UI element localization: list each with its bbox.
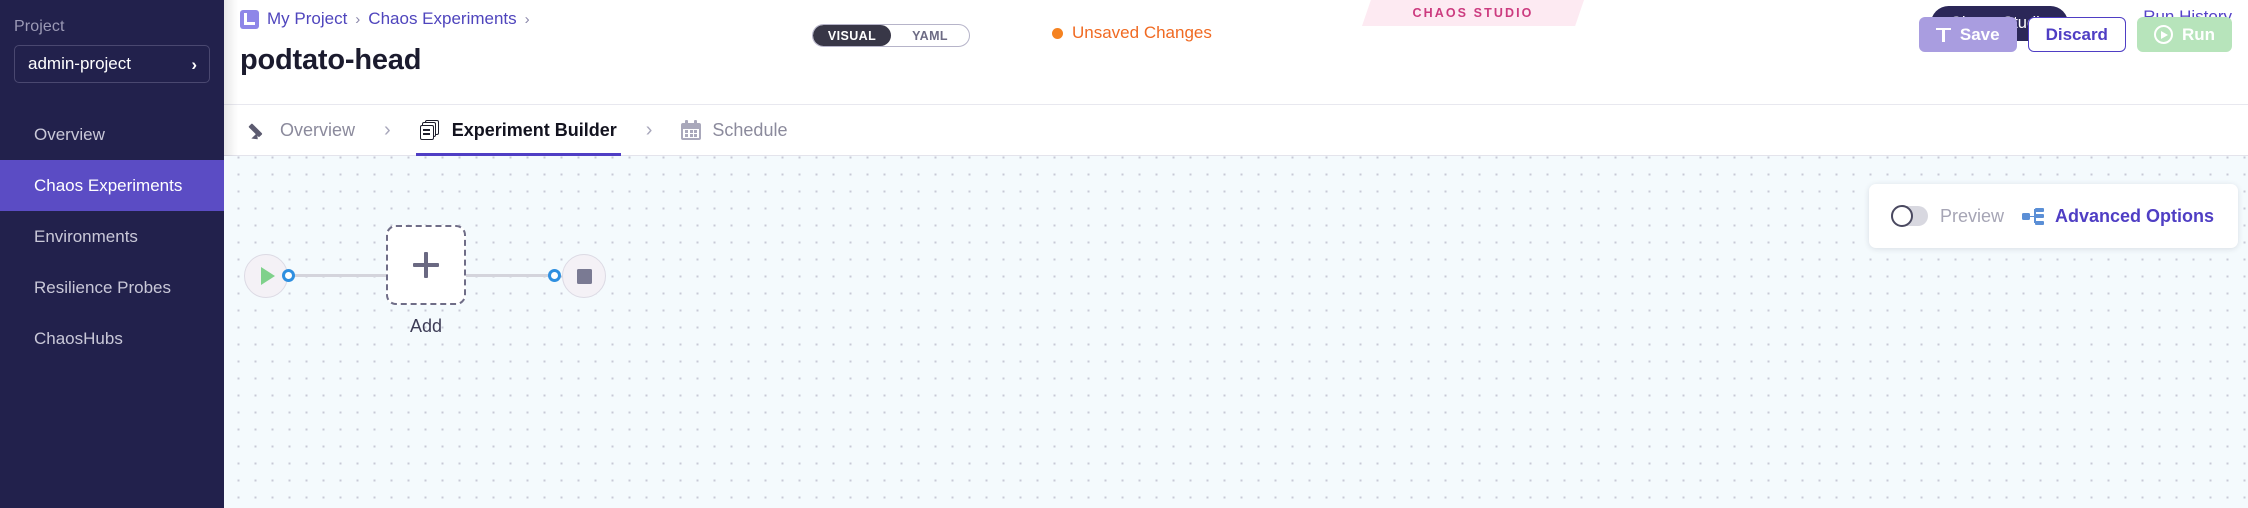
- main-area: My Project › Chaos Experiments › CHAOS S…: [224, 0, 2248, 508]
- breadcrumb-item-my-project[interactable]: My Project: [267, 9, 347, 29]
- tab-overview-label: Overview: [280, 119, 356, 140]
- project-label: Project: [14, 18, 65, 35]
- sidebar-nav: Overview Chaos Experiments Environments …: [0, 109, 224, 364]
- discard-button[interactable]: Discard: [2027, 17, 2126, 52]
- breadcrumb-separator-trailing: ›: [524, 10, 530, 28]
- flow-end-node[interactable]: [562, 254, 606, 298]
- calendar-icon: [681, 120, 702, 140]
- sidebar-item-label: Overview: [34, 124, 105, 144]
- tab-experiment-builder-label: Experiment Builder: [451, 119, 617, 140]
- sidebar-item-overview[interactable]: Overview: [0, 109, 224, 160]
- breadcrumb-separator: ›: [355, 10, 361, 28]
- sidebar: Project admin-project › Overview Chaos E…: [0, 0, 224, 508]
- view-mode-toggle[interactable]: VISUAL YAML: [812, 24, 970, 47]
- run-button-label: Run: [2181, 24, 2215, 44]
- page-title: podtato-head: [240, 44, 422, 76]
- project-book-icon: [240, 9, 259, 29]
- breadcrumb-item-chaos-experiments[interactable]: Chaos Experiments: [368, 9, 516, 29]
- sidebar-item-label: Resilience Probes: [34, 277, 172, 297]
- plus-icon: [413, 252, 439, 278]
- view-mode-visual[interactable]: VISUAL: [813, 25, 891, 46]
- save-button-label: Save: [1959, 24, 2000, 44]
- tab-separator: ›: [645, 118, 653, 141]
- breadcrumb: My Project › Chaos Experiments ›: [240, 9, 530, 29]
- pencil-icon: [250, 121, 269, 140]
- run-button[interactable]: Run: [2136, 17, 2232, 52]
- sidebar-item-label: Environments: [34, 226, 138, 246]
- sidebar-item-chaoshubs[interactable]: ChaosHubs: [0, 313, 224, 364]
- unsaved-changes-label: Unsaved Changes: [1072, 23, 1212, 42]
- sidebar-item-chaos-experiments[interactable]: Chaos Experiments: [0, 160, 224, 211]
- project-selector[interactable]: admin-project ›: [14, 45, 210, 83]
- tab-overview[interactable]: Overview: [246, 105, 359, 156]
- stacked-cards-icon: [419, 119, 441, 141]
- experiment-flow-graph: Add: [224, 156, 2248, 508]
- chevron-right-icon: ›: [191, 54, 197, 74]
- unsaved-changes-status: Unsaved Changes: [1052, 23, 1212, 43]
- flow-add-node-label: Add: [409, 316, 443, 336]
- action-button-row: Save Discard Run: [1918, 17, 2232, 52]
- tab-schedule[interactable]: Schedule: [677, 105, 791, 156]
- flow-start-port[interactable]: [282, 269, 295, 282]
- sidebar-item-label: ChaosHubs: [34, 328, 123, 348]
- app-root: Project admin-project › Overview Chaos E…: [0, 0, 2248, 508]
- tab-separator: ›: [384, 118, 391, 141]
- chaos-studio-banner-label: CHAOS STUDIO: [1412, 6, 1534, 20]
- experiment-canvas[interactable]: Preview Advanced Options Add: [224, 156, 2248, 508]
- flow-end-port[interactable]: [548, 269, 561, 282]
- tab-strip: Overview › Experiment Builder › Schedule: [224, 105, 2248, 156]
- project-selector-value: admin-project: [28, 54, 131, 73]
- play-circle-icon: [2153, 25, 2173, 44]
- flow-add-node[interactable]: [386, 225, 466, 305]
- discard-button-label: Discard: [2045, 24, 2108, 44]
- top-bar: My Project › Chaos Experiments › CHAOS S…: [224, 0, 2248, 105]
- sidebar-item-environments[interactable]: Environments: [0, 211, 224, 262]
- tab-schedule-label: Schedule: [712, 119, 788, 140]
- view-mode-yaml[interactable]: YAML: [891, 25, 969, 46]
- sidebar-item-label: Chaos Experiments: [34, 175, 183, 195]
- stop-square-icon: [576, 268, 592, 284]
- upload-icon: [1935, 27, 1951, 42]
- tab-experiment-builder[interactable]: Experiment Builder: [415, 105, 621, 156]
- chaos-studio-banner: CHAOS STUDIO: [1362, 0, 1584, 26]
- status-dot-icon: [1052, 27, 1063, 39]
- save-button[interactable]: Save: [1918, 17, 2017, 52]
- sidebar-item-resilience-probes[interactable]: Resilience Probes: [0, 262, 224, 313]
- play-triangle-icon: [261, 267, 275, 285]
